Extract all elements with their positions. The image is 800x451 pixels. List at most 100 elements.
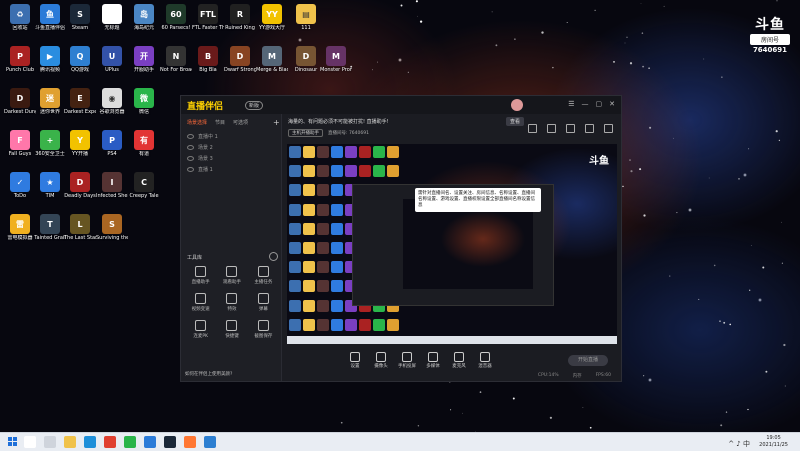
pin-icon[interactable]	[566, 124, 575, 133]
tool-item[interactable]: 观看助手	[216, 266, 247, 285]
desktop-icon[interactable]: S Steam	[64, 4, 96, 31]
desktop-icon[interactable]: 鱼斗鱼直播伴侣	[34, 4, 66, 31]
share-icon[interactable]	[547, 124, 556, 133]
desktop-icon[interactable]: 开开服助手	[128, 46, 160, 73]
link-icon[interactable]	[604, 124, 613, 133]
search-app-icon[interactable]	[24, 436, 36, 448]
desktop-icon[interactable]: ★ TIM	[34, 172, 66, 199]
desktop-icon[interactable]: DDarkest Dungeon	[4, 88, 36, 115]
desktop-icon[interactable]: D Dinosaur	[290, 46, 322, 73]
tab-options[interactable]: 可选项	[233, 119, 248, 126]
desktop-icon[interactable]: 岛海岛纪元	[128, 4, 160, 31]
punch-club-icon: P	[10, 46, 30, 66]
start-button[interactable]	[8, 437, 17, 446]
desktop-icon[interactable]: F Fall Guys	[4, 130, 36, 157]
toolbar-item[interactable]: 手机投屏	[394, 351, 420, 369]
clock[interactable]: 19:05 2021/11/25	[759, 435, 788, 449]
explorer-app-icon[interactable]	[64, 436, 76, 448]
desktop-icon[interactable]: +360安全卫士	[34, 130, 66, 157]
store-app-icon[interactable]	[204, 436, 216, 448]
desktop-icon[interactable]: FTLFTL Faster Than Light	[192, 4, 224, 31]
desktop-icon[interactable]: SSurviving the Aftermath	[96, 214, 128, 241]
avatar[interactable]	[511, 99, 523, 111]
desktop-icon[interactable]: 雷雷电模拟器	[4, 214, 36, 241]
steam-app-icon[interactable]	[164, 436, 176, 448]
desktop-icon[interactable]: 60 60 Parsecs!	[160, 4, 192, 31]
scene-row[interactable]: 场景 3	[187, 153, 275, 164]
desktop-icon[interactable]: 无标题	[96, 4, 128, 31]
douyu-app-icon[interactable]	[144, 436, 156, 448]
desktop-icon[interactable]: ♻ 回收站	[4, 4, 36, 31]
toolbar-item[interactable]: 摄像头	[368, 351, 394, 369]
desktop-icon[interactable]: C Creepy Tale	[128, 172, 160, 199]
desktop-icon[interactable]: 迷迷你世界	[34, 88, 66, 115]
tool-item[interactable]: 视频变速	[185, 293, 216, 312]
eye-icon[interactable]	[187, 156, 194, 161]
desktop-icon[interactable]: U UPlus	[96, 46, 128, 73]
toolbar-item[interactable]: 混音器	[472, 351, 498, 369]
toolbar-item[interactable]: 麦克风	[446, 351, 472, 369]
chrome-app-icon[interactable]	[104, 436, 116, 448]
bell-icon[interactable]	[585, 124, 594, 133]
desktop-icon[interactable]: R Ruined King	[224, 4, 256, 31]
tool-item[interactable]: 连麦PK	[185, 320, 216, 339]
system-tray[interactable]: ^ ♪ 中	[728, 439, 750, 449]
desktop-icon[interactable]: YY YY游戏大厅	[256, 4, 288, 31]
tool-item[interactable]: 直播助手	[185, 266, 216, 285]
stream-preview[interactable]: 需针对直播间名、设置关注、房间信息、名称设置、直播间名称设置、游戏设置、直播权限…	[287, 144, 617, 344]
version-badge[interactable]: 新版	[245, 101, 264, 110]
add-scene-button[interactable]: +	[273, 118, 280, 127]
eye-icon[interactable]	[187, 167, 194, 172]
close-icon[interactable]: ✕	[609, 100, 615, 108]
tool-item[interactable]: 特效	[216, 293, 247, 312]
tab-programs[interactable]: 节目	[215, 119, 225, 126]
desktop-icon[interactable]: ▤ 111	[290, 4, 322, 31]
scene-row[interactable]: 直播中 1	[187, 131, 275, 142]
title-bar[interactable]: 直播伴侣 新版 ☰ — ▢ ✕	[181, 96, 621, 114]
desktop-icon[interactable]: MMerge & Blade	[256, 46, 288, 73]
desktop-icon[interactable]: Q QQ游戏	[64, 46, 96, 73]
go-live-button[interactable]: 开始直播	[568, 355, 608, 366]
tool-item[interactable]: 弹幕	[248, 293, 279, 312]
desktop-icon[interactable]: ▶ 腾讯视频	[34, 46, 66, 73]
task-view-app-icon[interactable]	[44, 436, 56, 448]
lock-icon[interactable]	[528, 124, 537, 133]
desktop-icon[interactable]: IInfected Shelter	[96, 172, 128, 199]
scene-row[interactable]: 场景 2	[187, 142, 275, 153]
tool-item[interactable]: 主播任务	[248, 266, 279, 285]
desktop-icon[interactable]: P Punch Club	[4, 46, 36, 73]
desktop-icon[interactable]: NNot For Broadcast	[160, 46, 192, 73]
minimize-icon[interactable]: —	[582, 100, 589, 108]
desktop-icon[interactable]: Y YY开播	[64, 130, 96, 157]
eye-icon[interactable]	[187, 145, 194, 150]
wechat-app-icon[interactable]	[124, 436, 136, 448]
desktop-icon[interactable]: ◉ 谷歌浏览器	[96, 88, 128, 115]
sidebar-tip-link[interactable]: 如何在伴侣上使用美颜?	[185, 371, 232, 377]
desktop-icon[interactable]: ✓ ToDo	[4, 172, 36, 199]
tool-item[interactable]: 截图保存	[248, 320, 279, 339]
menu-icon[interactable]: ☰	[568, 100, 574, 108]
scene-row[interactable]: 直播 1	[187, 164, 275, 175]
desktop-icon[interactable]: 有有道	[128, 130, 160, 157]
toolbar-item[interactable]: 多媒体	[420, 351, 446, 369]
star	[582, 407, 584, 408]
notice-button[interactable]: 查看	[506, 117, 525, 126]
tab-scenes[interactable]: 场景选择	[187, 119, 207, 126]
desktop-icon[interactable]: M Monster Prom	[320, 46, 352, 73]
toolbar-item[interactable]: 设置	[342, 351, 368, 369]
desktop-icon[interactable]: DDwarf Stronghold	[224, 46, 256, 73]
tool-item[interactable]: 快捷键	[216, 320, 247, 339]
desktop-icon[interactable]: B Big Bla	[192, 46, 224, 73]
stream-chip[interactable]: 主机开播助手	[288, 129, 323, 137]
edge-app-icon[interactable]	[84, 436, 96, 448]
desktop-icon[interactable]: T Tainted Grail	[34, 214, 66, 241]
live-app-icon[interactable]	[184, 436, 196, 448]
desktop-icon[interactable]: LThe Last Stand	[64, 214, 96, 241]
maximize-icon[interactable]: ▢	[596, 100, 603, 108]
settings-gear-icon[interactable]	[269, 252, 278, 261]
desktop-icon[interactable]: P PS4	[96, 130, 128, 157]
desktop-icon[interactable]: EDarkest Expedition	[64, 88, 96, 115]
desktop-icon[interactable]: 微微信	[128, 88, 160, 115]
eye-icon[interactable]	[187, 134, 194, 139]
desktop-icon[interactable]: D Deadly Days	[64, 172, 96, 199]
